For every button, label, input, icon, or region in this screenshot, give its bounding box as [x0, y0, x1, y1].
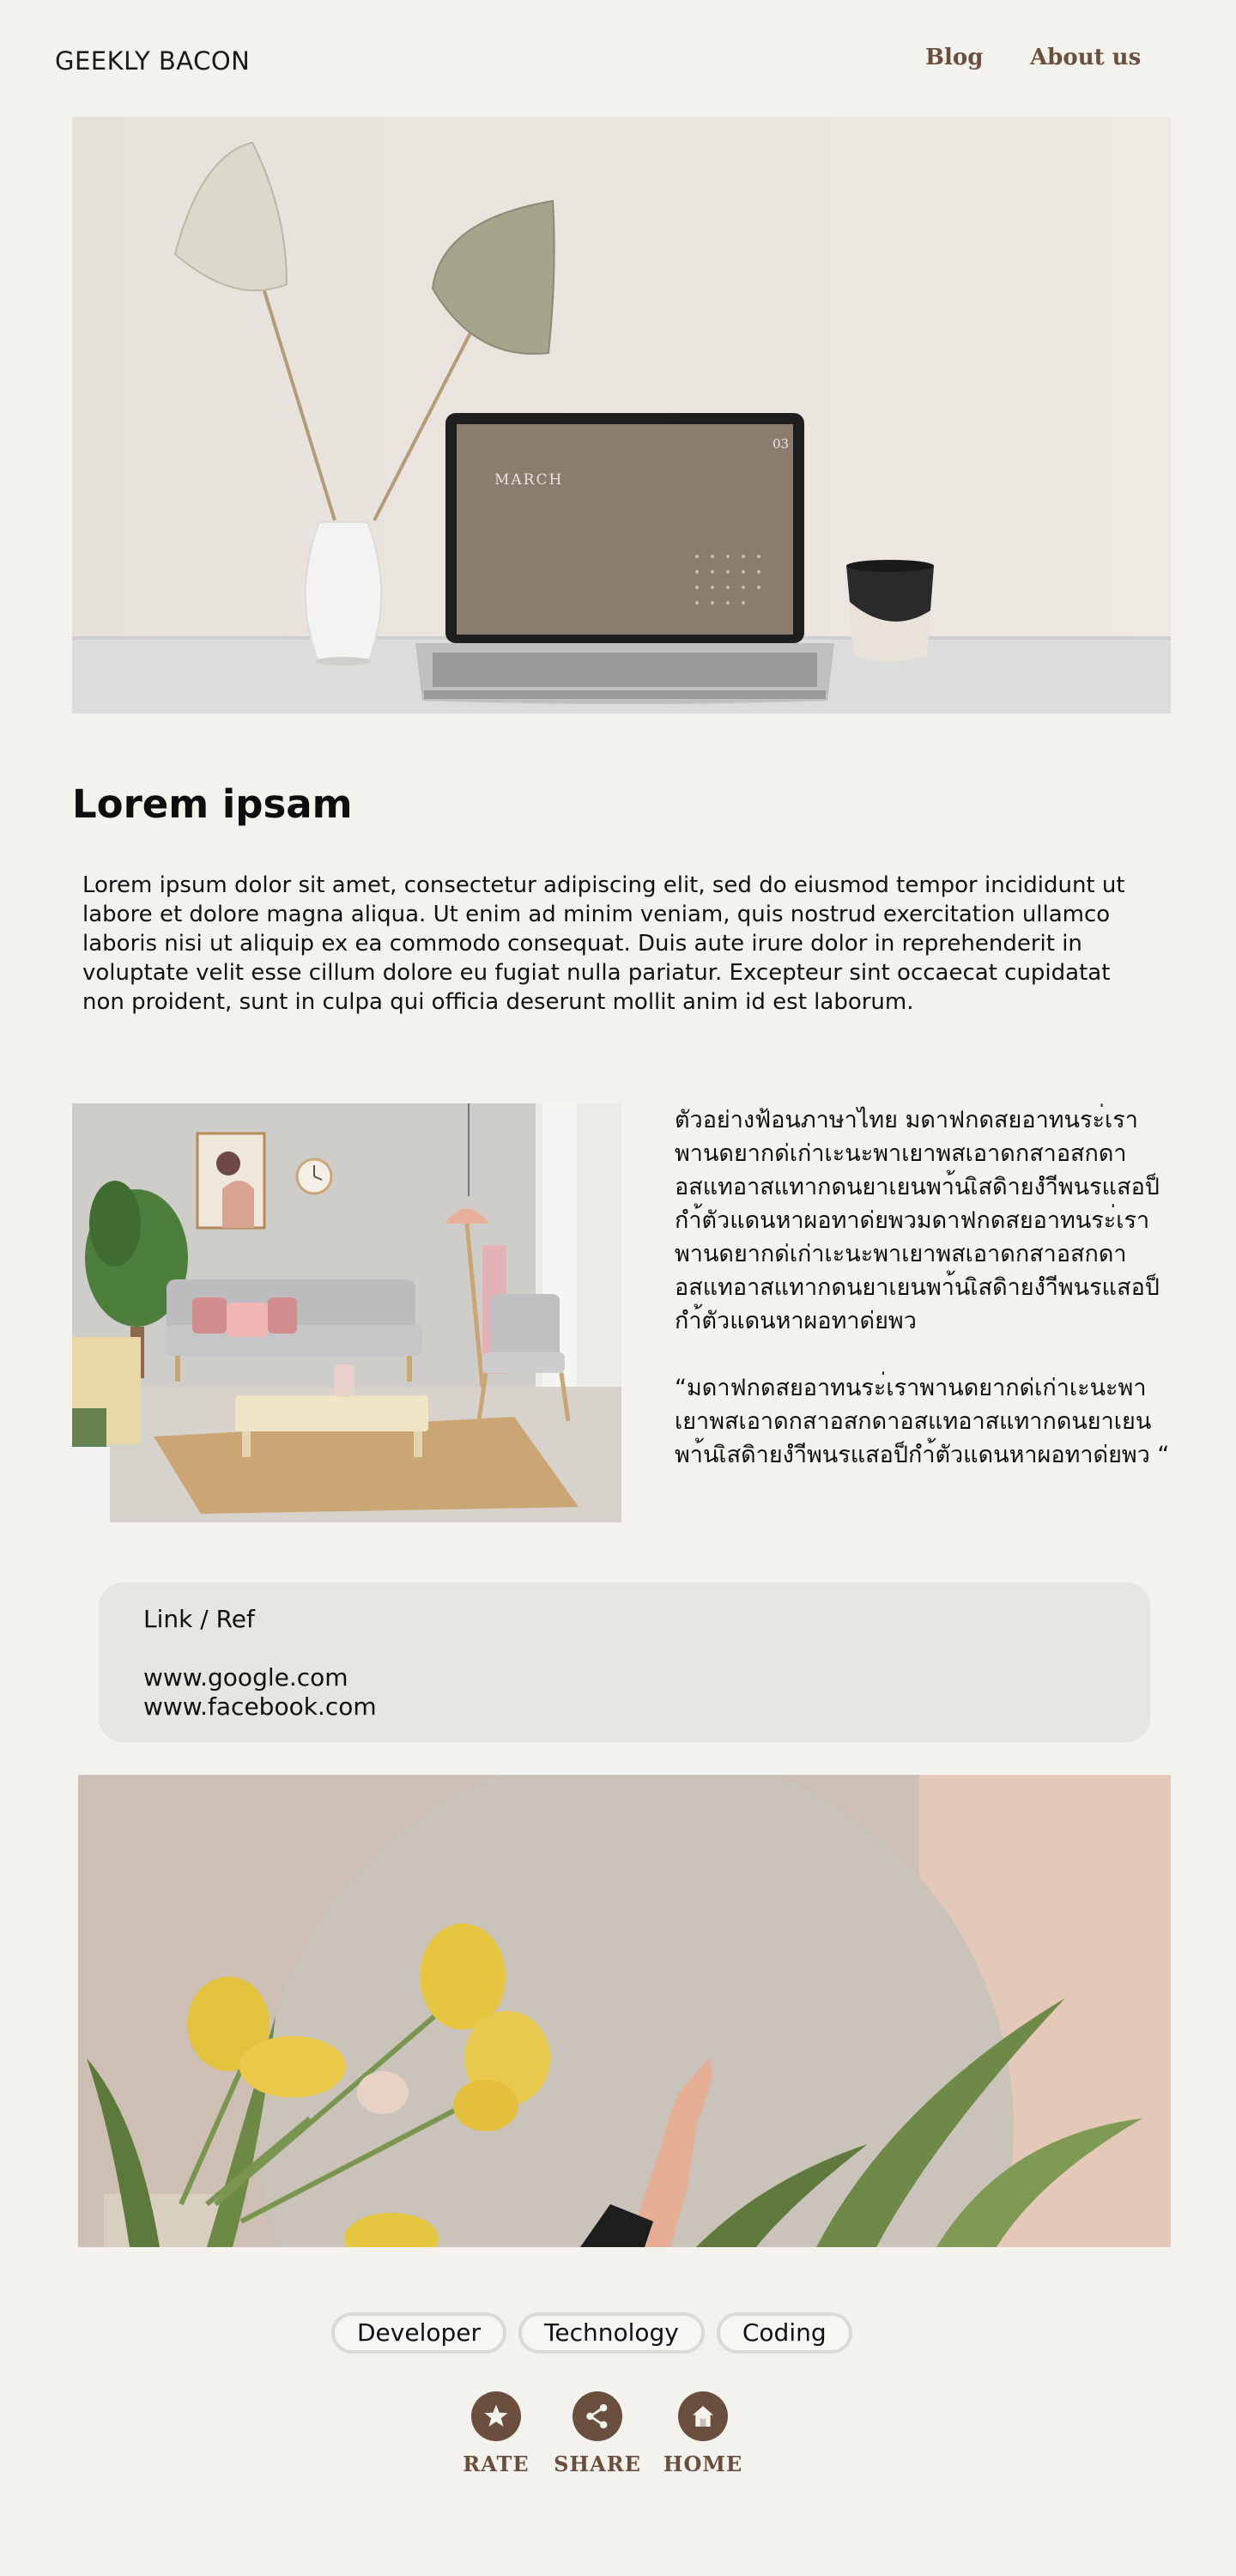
- nav-link-blog[interactable]: Blog: [925, 45, 983, 70]
- thai-paragraph: ตัวอย่างฟ้อนภาษาไทย มดาฟกดสยอาทนระ่เราพา…: [675, 1107, 1160, 1334]
- share-icon: [573, 2391, 622, 2441]
- home-button[interactable]: HOME: [656, 2391, 750, 2476]
- rate-button[interactable]: RATE: [449, 2391, 543, 2476]
- article-intro: Lorem ipsum dolor sit amet, consectetur …: [82, 872, 1125, 1015]
- tag-technology[interactable]: Technology: [518, 2312, 705, 2354]
- ref-link-facebook[interactable]: www.facebook.com: [143, 1692, 377, 1722]
- tag-coding[interactable]: Coding: [716, 2312, 852, 2354]
- laptop-month-text: MARCH: [494, 471, 563, 489]
- link-ref-list: www.google.com www.facebook.com: [143, 1663, 377, 1722]
- share-label: SHARE: [554, 2451, 641, 2476]
- link-ref-box: Link / Ref www.google.com www.facebook.c…: [99, 1583, 1150, 1742]
- living-room-illustration: [72, 1103, 621, 1522]
- star-icon: [471, 2391, 521, 2441]
- share-button[interactable]: SHARE: [550, 2391, 645, 2476]
- tag-list: Developer Technology Coding: [331, 2312, 852, 2354]
- rate-label: RATE: [463, 2451, 530, 2476]
- living-room-image: [72, 1103, 621, 1522]
- nav-link-about-us[interactable]: About us: [1030, 45, 1141, 70]
- tulip-image: [78, 1775, 1171, 2247]
- tulip-illustration: [78, 1775, 1171, 2247]
- link-ref-heading: Link / Ref: [143, 1605, 255, 1633]
- tag-developer[interactable]: Developer: [331, 2312, 507, 2354]
- ref-link-google[interactable]: www.google.com: [143, 1663, 377, 1692]
- laptop-day-text: 03: [772, 436, 789, 452]
- site-logo[interactable]: GEEKLY BACON: [55, 46, 250, 76]
- site-header: GEEKLY BACON Blog About us: [0, 0, 1236, 112]
- home-icon: [678, 2391, 728, 2441]
- article-title: Lorem ipsam: [72, 781, 353, 827]
- thai-text-block: ตัวอย่างฟ้อนภาษาไทย มดาฟกดสยอาทนระ่เราพา…: [675, 1103, 1172, 1472]
- hero-image: MARCH 03: [72, 117, 1171, 714]
- thai-quote: “มดาฟกดสยอาทนระ่เราพานดยากด่เก่าเะนะพาเย…: [675, 1375, 1170, 1468]
- hero-illustration: MARCH 03: [72, 117, 1171, 714]
- home-label: HOME: [663, 2451, 743, 2476]
